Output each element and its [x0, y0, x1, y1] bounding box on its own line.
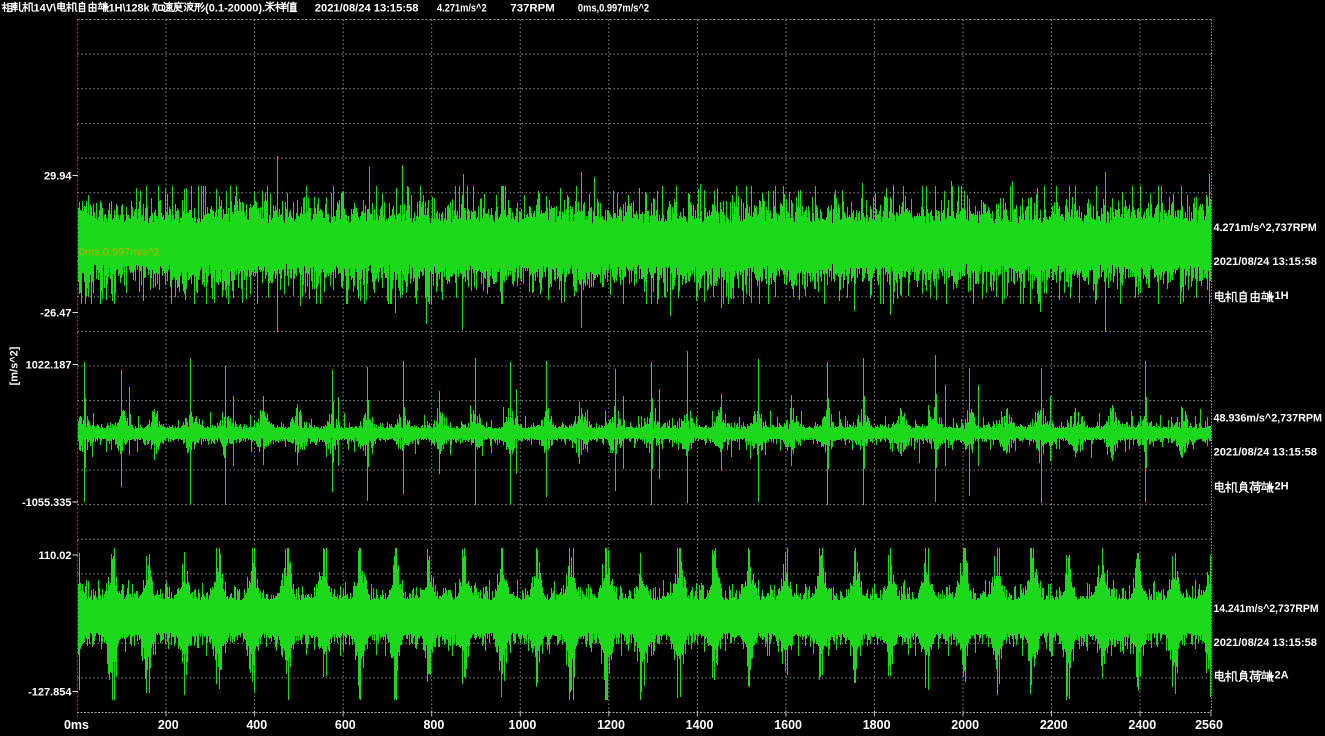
- svg-text:600: 600: [335, 718, 356, 732]
- svg-text:2400: 2400: [1128, 718, 1156, 732]
- svg-text:2560: 2560: [1195, 718, 1223, 732]
- svg-text:2H: 2H: [1275, 481, 1289, 493]
- svg-text:[m/s^2]: [m/s^2]: [9, 346, 21, 385]
- svg-text:29.94: 29.94: [44, 171, 72, 183]
- svg-text:1000: 1000: [509, 718, 537, 732]
- svg-text:4.271m/s^2,737RPM: 4.271m/s^2,737RPM: [1214, 222, 1317, 234]
- svg-text:110.02: 110.02: [38, 550, 71, 562]
- svg-text:1200: 1200: [597, 718, 625, 732]
- svg-text:1022.187: 1022.187: [26, 360, 72, 372]
- svg-text:737RPM: 737RPM: [510, 3, 554, 15]
- svg-text:48.936m/s^2,737RPM: 48.936m/s^2,737RPM: [1214, 413, 1323, 425]
- svg-text:1H\128k: 1H\128k: [109, 3, 153, 15]
- svg-text:2021/08/24 13:15:58: 2021/08/24 13:15:58: [1214, 637, 1318, 649]
- svg-text:400: 400: [246, 718, 267, 732]
- svg-text:2200: 2200: [1040, 718, 1068, 732]
- svg-text:800: 800: [423, 718, 444, 732]
- svg-text:14V\: 14V\: [34, 3, 57, 15]
- svg-text:14.241m/s^2,737RPM: 14.241m/s^2,737RPM: [1214, 603, 1319, 615]
- svg-text:(0.1-20000).: (0.1-20000).: [205, 3, 265, 15]
- svg-text:0ms,0.997m/s^2: 0ms,0.997m/s^2: [578, 3, 649, 15]
- svg-text:4.271m/s^2: 4.271m/s^2: [437, 3, 487, 15]
- svg-text:1800: 1800: [863, 718, 891, 732]
- svg-text:2A: 2A: [1275, 670, 1289, 682]
- svg-text:1600: 1600: [774, 718, 802, 732]
- svg-text:2021/08/24 13:15:58: 2021/08/24 13:15:58: [1214, 447, 1318, 459]
- svg-text:2021/08/24 13:15:58: 2021/08/24 13:15:58: [1214, 256, 1318, 268]
- svg-text:-1055.335: -1055.335: [22, 497, 72, 509]
- svg-text:0ms: 0ms: [64, 718, 89, 732]
- svg-text:0ms,0.997m/s^2: 0ms,0.997m/s^2: [79, 247, 159, 259]
- svg-text:200: 200: [158, 718, 179, 732]
- svg-text:1H: 1H: [1275, 290, 1289, 302]
- svg-text:-26.47: -26.47: [40, 308, 71, 320]
- svg-text:2021/08/24 13:15:58: 2021/08/24 13:15:58: [315, 3, 419, 15]
- svg-text:1400: 1400: [686, 718, 714, 732]
- svg-text:-127.854: -127.854: [28, 687, 72, 699]
- svg-text:2000: 2000: [951, 718, 979, 732]
